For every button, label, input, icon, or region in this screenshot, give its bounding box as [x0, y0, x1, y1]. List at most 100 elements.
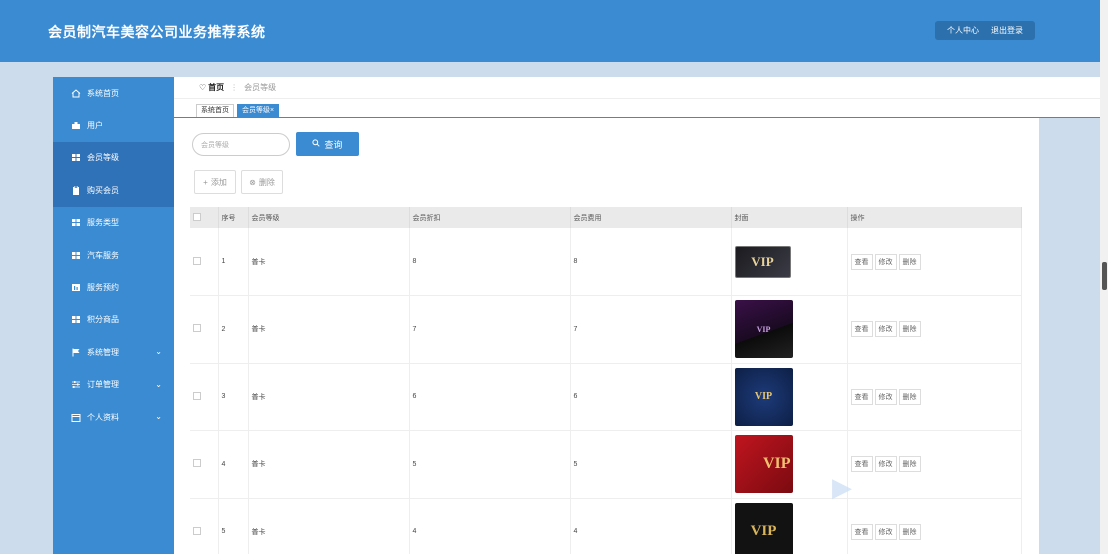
grid-icon	[70, 315, 81, 324]
profile-link[interactable]: 个人中心	[941, 25, 985, 36]
flag-icon	[70, 348, 81, 357]
table-row: 2 普卡 7 7 VIP 查看 修改 删除	[190, 295, 1022, 364]
sidebar-item-service-booking[interactable]: 服务预约	[53, 271, 174, 303]
breadcrumb: ♡ 首页 ⋮ 会员等级	[174, 77, 1100, 99]
cover-image: VIP	[734, 502, 793, 554]
row-checkbox[interactable]	[193, 459, 201, 468]
breadcrumb-separator: ⋮	[230, 83, 239, 92]
view-button[interactable]: 查看	[850, 523, 873, 540]
view-button[interactable]: 查看	[850, 253, 873, 270]
sidebar-item-buy-membership[interactable]: 购买会员	[53, 174, 174, 207]
cover-text: VIP	[756, 324, 771, 334]
sidebar-item-member-level[interactable]: 会员等级	[53, 141, 174, 175]
row-checkbox[interactable]	[193, 526, 201, 535]
sidebar-item-user[interactable]: 用户	[53, 109, 174, 141]
view-button[interactable]: 查看	[850, 388, 873, 405]
cover-image: VIP	[734, 245, 791, 278]
row-delete-button[interactable]: 删除	[898, 388, 921, 405]
sidebar-item-service-type[interactable]: 服务类型	[53, 207, 174, 239]
sidebar-item-home[interactable]: 系统首页	[53, 77, 174, 109]
sidebar-item-label: 系统首页	[87, 88, 119, 98]
sidebar-item-label: 会员等级	[87, 153, 119, 163]
grid-icon	[70, 218, 81, 227]
row-checkbox-cell	[190, 228, 219, 296]
cell-level: 普卡	[248, 363, 410, 431]
delete-button-label: 删除	[258, 177, 275, 187]
content-area: 会员等级 查询 + 添加 ⊗ 删除 序号 会员等级 会员折扣 会员费用 封面 操…	[174, 118, 1039, 554]
breadcrumb-home[interactable]: 首页	[208, 82, 224, 93]
edit-button[interactable]: 修改	[874, 388, 897, 405]
heart-icon: ♡	[199, 83, 207, 92]
row-checkbox[interactable]	[193, 256, 201, 265]
tab-home[interactable]: 系统首页	[196, 104, 234, 117]
sidebar-item-label: 积分商品	[87, 315, 119, 325]
cell-discount: 6	[409, 363, 571, 431]
plus-icon: +	[203, 177, 208, 187]
cell-index: 2	[218, 295, 249, 364]
clipboard-icon	[70, 185, 81, 195]
main-panel: ♡ 首页 ⋮ 会员等级 系统首页 会员等级× 会员等级 查询 + 添加 ⊗ 删除	[174, 77, 1100, 554]
cell-discount: 5	[409, 430, 571, 499]
search-button[interactable]: 查询	[296, 132, 359, 156]
column-header: 序号	[218, 207, 249, 228]
member-level-table: 序号 会员等级 会员折扣 会员费用 封面 操作 1 普卡 8 8 VIP 查看 …	[190, 207, 1022, 554]
view-button[interactable]: 查看	[850, 456, 873, 473]
row-delete-button[interactable]: 删除	[898, 523, 921, 540]
row-delete-button[interactable]: 删除	[898, 321, 921, 338]
cell-cover: VIP	[731, 498, 848, 554]
cover-image: VIP	[734, 300, 793, 359]
cell-cover: VIP	[731, 228, 848, 296]
sidebar-item-label: 用户	[87, 121, 103, 131]
cell-index: 1	[218, 228, 249, 296]
row-delete-button[interactable]: 删除	[898, 253, 921, 270]
sidebar-item-label: 购买会员	[87, 185, 119, 195]
edit-button[interactable]: 修改	[874, 523, 897, 540]
cell-index: 4	[218, 430, 249, 499]
sidebar-item-system-management[interactable]: 系统管理 ⌄	[53, 336, 174, 368]
cover-image: VIP	[734, 435, 793, 494]
cell-actions: 查看 修改 删除	[847, 430, 1022, 499]
cell-cover: VIP	[731, 363, 848, 431]
view-button[interactable]: 查看	[850, 321, 873, 338]
logout-link[interactable]: 退出登录	[985, 25, 1029, 36]
cell-fee: 4	[570, 498, 732, 554]
table-row: 1 普卡 8 8 VIP 查看 修改 删除	[190, 228, 1022, 296]
sidebar-item-label: 系统管理	[87, 347, 119, 357]
sidebar-item-order-management[interactable]: 订单管理 ⌄	[53, 369, 174, 401]
cell-fee: 7	[570, 295, 732, 364]
table-header-row: 序号 会员等级 会员折扣 会员费用 封面 操作	[190, 207, 1022, 228]
table-row: 3 普卡 6 6 VIP 查看 修改 删除	[190, 363, 1022, 431]
sidebar-item-car-service[interactable]: 汽车服务	[53, 239, 174, 271]
sidebar-item-profile[interactable]: 个人资料 ⌄	[53, 401, 174, 433]
sidebar-item-points-goods[interactable]: 积分商品	[53, 304, 174, 336]
add-button[interactable]: + 添加	[194, 170, 236, 194]
chevron-down-icon: ⌄	[155, 379, 162, 389]
chart-icon	[70, 283, 81, 292]
tab-member-level[interactable]: 会员等级×	[237, 104, 280, 117]
edit-button[interactable]: 修改	[874, 321, 897, 338]
member-level-search-input[interactable]: 会员等级	[192, 133, 290, 156]
content-gutter	[1039, 118, 1100, 554]
delete-button[interactable]: ⊗ 删除	[241, 170, 283, 194]
edit-button[interactable]: 修改	[874, 253, 897, 270]
sidebar-item-label: 订单管理	[87, 380, 119, 390]
edit-button[interactable]: 修改	[874, 456, 897, 473]
sidebar-item-label: 服务预约	[87, 283, 119, 293]
row-checkbox-cell	[190, 430, 219, 499]
circle-x-icon: ⊗	[249, 177, 256, 187]
column-header: 会员折扣	[409, 207, 571, 228]
user-icon	[70, 121, 81, 130]
top-header: 会员制汽车美容公司业务推荐系统 个人中心 退出登录	[0, 0, 1100, 62]
cell-fee: 6	[570, 363, 732, 431]
select-all-checkbox[interactable]	[193, 212, 201, 221]
row-delete-button[interactable]: 删除	[898, 456, 921, 473]
row-checkbox-cell	[190, 363, 219, 431]
row-checkbox[interactable]	[193, 391, 201, 400]
column-header: 封面	[731, 207, 848, 228]
row-checkbox[interactable]	[193, 324, 201, 333]
column-header: 会员费用	[570, 207, 732, 228]
grid-icon	[70, 251, 81, 260]
tab-bar: 系统首页 会员等级×	[174, 99, 1100, 118]
page-scrollbar-thumb[interactable]	[1102, 262, 1107, 290]
sidebar-item-label: 个人资料	[87, 412, 119, 422]
